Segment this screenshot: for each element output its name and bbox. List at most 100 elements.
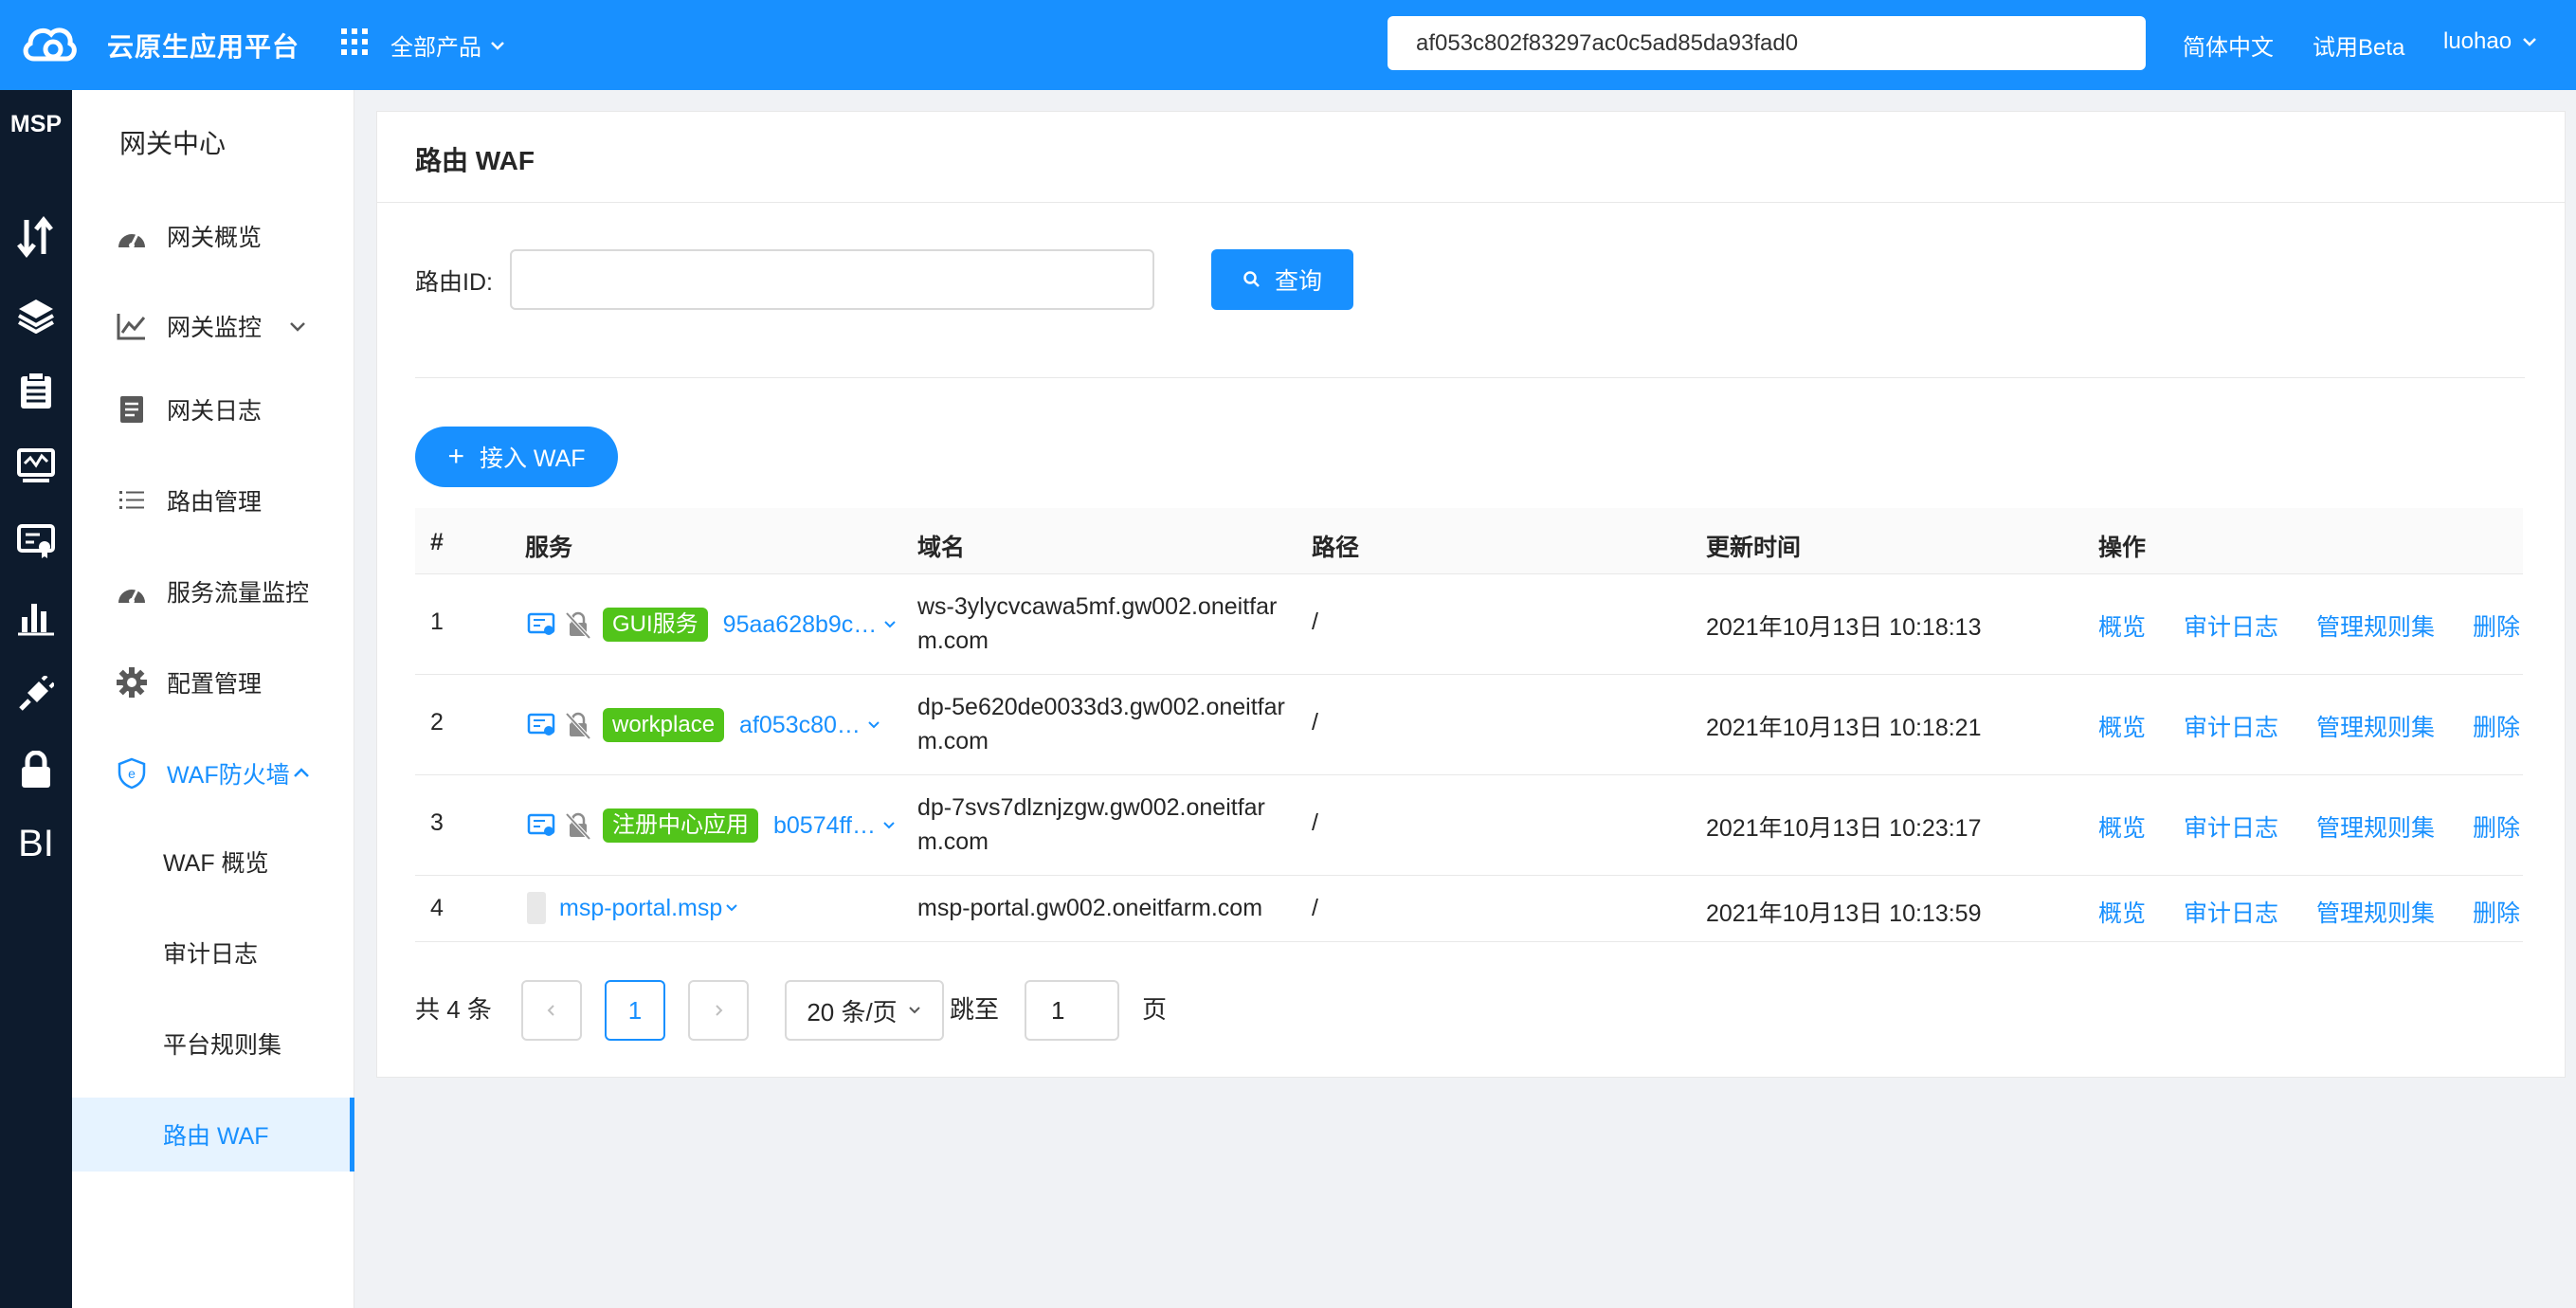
manage-rules-link[interactable]: 管理规则集: [2316, 609, 2435, 643]
service-cell: workplace af053c80…: [527, 708, 881, 742]
row-index: 1: [430, 609, 444, 635]
column-header-service: 服务: [525, 535, 573, 561]
manage-rules-link[interactable]: 管理规则集: [2316, 709, 2435, 743]
column-header-updated: 更新时间: [1706, 535, 1802, 561]
delete-link[interactable]: 删除: [2473, 709, 2520, 743]
lock-icon[interactable]: [12, 746, 60, 793]
list-icon: [116, 484, 148, 517]
sidebar-item-gateway-monitor[interactable]: 网关监控: [72, 293, 354, 359]
sidebar-item-service-traffic[interactable]: 服务流量监控: [72, 558, 354, 625]
page-size-label: 20 条/页: [807, 997, 898, 1026]
query-button[interactable]: 查询: [1211, 249, 1353, 310]
sidebar-item-waf[interactable]: e WAF防火墙: [72, 740, 354, 807]
service-id: msp-portal.msp: [559, 894, 723, 921]
sidebar-item-label: WAF防火墙: [167, 762, 290, 789]
bi-icon[interactable]: BI: [12, 820, 60, 867]
certificate-icon[interactable]: [12, 518, 60, 566]
rail-brand[interactable]: MSP: [0, 111, 72, 138]
gear-icon: [116, 666, 148, 699]
page-button-current[interactable]: 1: [605, 980, 665, 1041]
app-title: 云原生应用平台: [107, 32, 300, 62]
service-avatar-placeholder: [527, 892, 546, 924]
audit-log-link[interactable]: 审计日志: [2184, 609, 2278, 643]
audit-log-link[interactable]: 审计日志: [2184, 709, 2278, 743]
chevron-up-icon: [294, 768, 309, 777]
cloud-logo-icon[interactable]: [21, 21, 78, 66]
delete-link[interactable]: 删除: [2473, 809, 2520, 844]
sidebar-sub-audit-log[interactable]: 审计日志: [72, 916, 354, 990]
sidebar-item-label: 配置管理: [167, 671, 263, 698]
overview-link[interactable]: 概览: [2098, 895, 2146, 929]
chevron-down-icon: [884, 621, 897, 628]
all-products-dropdown[interactable]: 全部产品: [390, 28, 506, 62]
sidebar: 网关中心 网关概览 网关监控 网关日志 路由管理 服务流量监控 配置管理 e W…: [72, 90, 354, 1308]
user-menu[interactable]: luohao: [2443, 28, 2538, 55]
table-header: # 服务 域名 路径 更新时间 操作: [415, 508, 2523, 574]
route-id-input[interactable]: [510, 249, 1154, 310]
query-button-label: 查询: [1274, 268, 1322, 295]
bar-chart-icon[interactable]: [12, 594, 60, 642]
overview-link[interactable]: 概览: [2098, 809, 2146, 844]
path-cell: /: [1312, 895, 1318, 921]
sidebar-sub-platform-rules[interactable]: 平台规则集: [72, 1007, 354, 1081]
service-link[interactable]: 95aa628b9c…: [723, 611, 898, 639]
dashboard-icon: [116, 220, 148, 252]
row-actions: 概览 审计日志 管理规则集 删除: [2098, 895, 2520, 929]
user-name: luohao: [2443, 28, 2513, 54]
service-link[interactable]: msp-portal.msp: [559, 895, 739, 922]
sidebar-item-label: 路由管理: [167, 489, 263, 516]
clipboard-icon[interactable]: [12, 367, 60, 414]
page-suffix: 页: [1142, 995, 1168, 1024]
path-cell: /: [1312, 609, 1318, 635]
row-actions: 概览 审计日志 管理规则集 删除: [2098, 809, 2520, 844]
filter-divider: [415, 377, 2525, 378]
jump-input[interactable]: 1: [1025, 980, 1119, 1041]
column-header-domain: 域名: [917, 535, 966, 561]
sidebar-sub-waf-overview[interactable]: WAF 概览: [72, 825, 354, 899]
delete-link[interactable]: 删除: [2473, 895, 2520, 929]
add-waf-button[interactable]: + 接入 WAF: [415, 427, 618, 487]
monitor-icon[interactable]: [12, 443, 60, 490]
sidebar-item-route-management[interactable]: 路由管理: [72, 467, 354, 534]
language-switch[interactable]: 简体中文: [2183, 28, 2274, 62]
manage-rules-link[interactable]: 管理规则集: [2316, 809, 2435, 844]
lock-off-icon: [565, 712, 591, 740]
sidebar-sub-route-waf[interactable]: 路由 WAF: [72, 1098, 354, 1172]
overview-link[interactable]: 概览: [2098, 709, 2146, 743]
row-index: 3: [430, 809, 444, 836]
overview-link[interactable]: 概览: [2098, 609, 2146, 643]
layers-icon[interactable]: [12, 291, 60, 338]
shield-icon: e: [116, 757, 148, 790]
row-index: 2: [430, 709, 444, 736]
lock-off-icon: [565, 611, 591, 640]
main-card: 路由 WAF 路由ID: 查询 + 接入 WAF # 服务 域名 路径 更新时间…: [376, 111, 2566, 1078]
next-page-button[interactable]: [688, 980, 749, 1041]
grid-menu-icon[interactable]: [341, 28, 368, 55]
delete-link[interactable]: 删除: [2473, 609, 2520, 643]
add-waf-label: 接入 WAF: [479, 445, 586, 472]
service-link[interactable]: af053c80…: [739, 712, 881, 739]
audit-log-link[interactable]: 审计日志: [2184, 895, 2278, 929]
top-bar: 云原生应用平台 全部产品 简体中文 试用Beta luohao: [0, 0, 2576, 90]
sidebar-item-gateway-overview[interactable]: 网关概览: [72, 203, 354, 269]
chevron-down-icon: [908, 1007, 920, 1014]
service-id: af053c80…: [739, 711, 861, 738]
global-search-input[interactable]: [1388, 16, 2146, 70]
audit-log-link[interactable]: 审计日志: [2184, 809, 2278, 844]
service-link[interactable]: b0574ff…: [773, 812, 897, 840]
service-cell: msp-portal.msp: [527, 892, 739, 924]
sidebar-item-gateway-log[interactable]: 网关日志: [72, 376, 354, 443]
manage-rules-link[interactable]: 管理规则集: [2316, 895, 2435, 929]
prev-page-button[interactable]: [521, 980, 582, 1041]
sidebar-item-config[interactable]: 配置管理: [72, 649, 354, 716]
plug-icon[interactable]: [12, 670, 60, 718]
file-icon: [116, 393, 148, 426]
updated-cell: 2021年10月13日 10:23:17: [1706, 815, 1982, 842]
page-size-select[interactable]: 20 条/页: [785, 980, 944, 1041]
beta-link[interactable]: 试用Beta: [2313, 28, 2404, 62]
pagination-total: 共 4 条: [415, 995, 492, 1024]
sidebar-item-label: 网关概览: [167, 225, 263, 251]
certificate-icon: [527, 713, 555, 736]
transfer-icon[interactable]: [12, 213, 60, 261]
chevron-down-icon: [290, 322, 305, 332]
